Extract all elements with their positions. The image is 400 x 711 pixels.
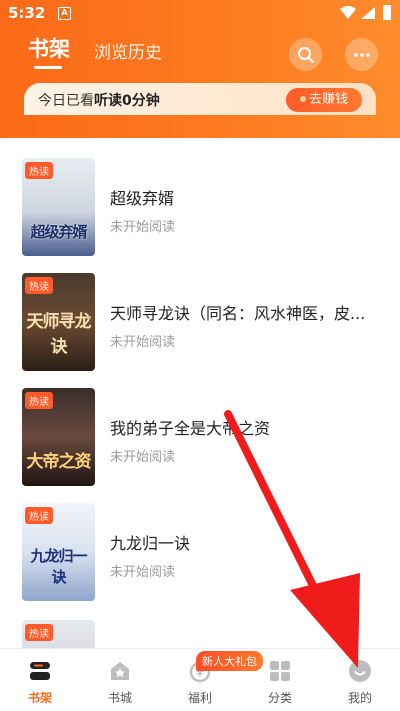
earn-money-button[interactable]: 去赚钱: [286, 88, 362, 112]
nav-bookstore[interactable]: 书城: [80, 649, 160, 711]
signal-icon: [361, 7, 375, 19]
wifi-icon: [340, 6, 356, 19]
bookshelf-icon: [30, 662, 50, 680]
hot-badge: 热读: [25, 507, 53, 524]
category-icon: [270, 661, 290, 681]
header-bar: 5:32 A 书架 浏览历史 今日已看听读0分钟 去赚钱: [0, 0, 400, 138]
more-icon: [353, 52, 370, 57]
status-time: 5:32: [8, 4, 46, 22]
active-tab-indicator: [34, 66, 62, 69]
nav-label: 我的: [347, 691, 372, 705]
nav-label: 书架: [27, 691, 52, 705]
nav-profile[interactable]: 我的: [320, 649, 400, 711]
bookstore-icon: [111, 662, 129, 680]
book-title[interactable]: 超级弃婿: [110, 185, 370, 209]
earn-money-label: 去赚钱: [308, 92, 348, 107]
reading-status: 未开始阅读: [110, 335, 176, 350]
cover-title: 天师寻龙诀: [26, 312, 92, 357]
notification-icon: A: [58, 7, 71, 20]
reading-status: 未开始阅读: [110, 450, 176, 465]
book-cover[interactable]: 热读 天师寻龙诀: [22, 273, 95, 371]
book-cover[interactable]: 热读 九龙归一诀: [22, 503, 95, 601]
reading-time-text: 今日已看听读0分钟: [38, 93, 160, 109]
book-title[interactable]: 九龙归一诀: [110, 530, 370, 554]
cover-title: 超级弃婿: [30, 223, 87, 241]
reading-time-banner: 今日已看听读0分钟 去赚钱: [24, 83, 376, 115]
reading-status: 未开始阅读: [110, 220, 176, 235]
search-icon: [297, 46, 314, 63]
hot-badge: 热读: [25, 624, 53, 641]
book-title[interactable]: 我的弟子全是大帝之资: [110, 415, 370, 439]
hot-badge: 热读: [25, 277, 53, 294]
book-cover[interactable]: 热读 大帝之资: [22, 388, 95, 486]
profile-icon: [349, 660, 371, 682]
hot-badge: 热读: [25, 162, 53, 179]
status-bar: 5:32 A: [0, 0, 400, 28]
nav-bookshelf[interactable]: 书架: [0, 649, 80, 711]
bookshelf-list: 热读 超级弃婿 超级弃婿 未开始阅读 热读 天师寻龙诀 天师寻龙诀（同名：风水神…: [0, 138, 400, 648]
nav-label: 福利: [187, 691, 212, 705]
book-title[interactable]: 天师寻龙诀（同名：风水神医，皮...: [110, 300, 370, 324]
book-item[interactable]: 热读 九龙归一诀 九龙归一诀 未开始阅读: [0, 503, 400, 619]
search-button[interactable]: [289, 38, 322, 71]
new-user-gift-badge[interactable]: 新人大礼包: [196, 651, 263, 671]
hot-badge: 热读: [25, 392, 53, 409]
book-item[interactable]: 热读: [0, 620, 400, 648]
cover-title: 九龙归一诀: [30, 547, 87, 586]
nav-label: 分类: [267, 691, 292, 705]
nav-label: 书城: [107, 691, 132, 705]
book-item[interactable]: 热读 天师寻龙诀 天师寻龙诀（同名：风水神医，皮... 未开始阅读: [0, 273, 400, 389]
coin-icon: [299, 96, 306, 102]
book-cover[interactable]: 热读 超级弃婿: [22, 158, 95, 256]
tab-bookshelf[interactable]: 书架: [28, 33, 70, 63]
battery-icon: [383, 5, 391, 20]
book-cover[interactable]: 热读: [22, 620, 95, 648]
tab-history[interactable]: 浏览历史: [94, 38, 162, 63]
book-item[interactable]: 热读 超级弃婿 超级弃婿 未开始阅读: [0, 158, 400, 274]
book-item[interactable]: 热读 大帝之资 我的弟子全是大帝之资 未开始阅读: [0, 388, 400, 504]
cover-title: 大帝之资: [26, 452, 92, 472]
reading-status: 未开始阅读: [110, 565, 176, 580]
more-button[interactable]: [345, 38, 378, 71]
